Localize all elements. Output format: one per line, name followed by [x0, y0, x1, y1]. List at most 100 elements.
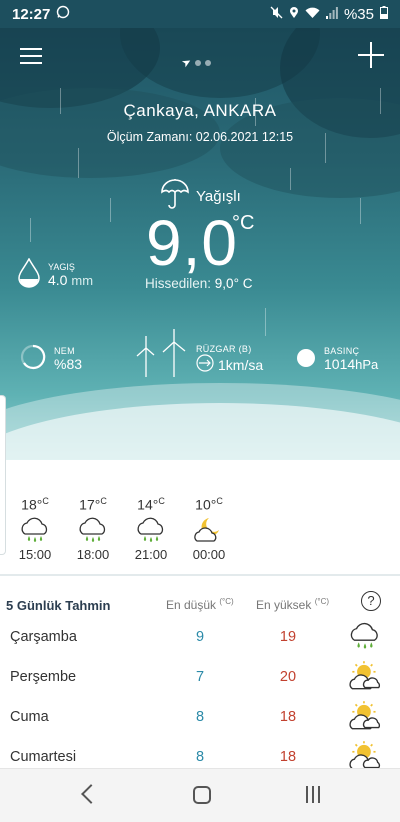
city-name: Çankaya, ANKARA	[123, 101, 277, 120]
hourly-unit: C	[158, 496, 165, 506]
page-indicator: ➤	[179, 55, 212, 71]
low-column-label: En düşük	[166, 598, 217, 612]
rain-cloud-icon	[64, 513, 122, 547]
signal-icon	[325, 6, 338, 22]
temperature-unit: °C	[232, 212, 255, 234]
rain-cloud-icon	[6, 513, 64, 547]
hourly-hour: 18:00	[76, 546, 110, 562]
sun-cloud-icon	[346, 660, 386, 694]
section-divider	[0, 574, 400, 576]
hourly-item: 14°C 21:00	[122, 496, 180, 562]
precipitation-value: 4.0	[48, 271, 68, 288]
pressure-label: BASINÇ	[324, 346, 360, 356]
hourly-hour: 15:00	[18, 546, 52, 562]
forecast-day: Çarşamba	[10, 629, 77, 645]
sun-pressure-icon	[296, 348, 316, 373]
rain-streak	[290, 168, 291, 190]
forecast-title: 5 Günlük Tahmin	[6, 598, 111, 613]
hourly-temp: 10°	[195, 496, 217, 513]
forecast-high: 18	[279, 749, 297, 765]
page-dot	[195, 59, 202, 66]
feels-like-label: Hissedilen:	[145, 276, 212, 291]
battery-icon	[380, 6, 388, 22]
page-dot	[205, 59, 212, 66]
high-column-label: En yüksek	[256, 598, 312, 612]
wind-value: 1km/sa	[218, 356, 264, 373]
whatsapp-icon	[56, 5, 70, 23]
forecast-low: 7	[195, 669, 205, 685]
hourly-unit: C	[100, 496, 107, 506]
help-icon[interactable]: ?	[361, 591, 381, 611]
navigation-arrow-icon: ➤	[179, 55, 194, 71]
moon-cloud-icon	[180, 513, 238, 547]
wind-direction-icon	[196, 354, 214, 375]
feels-like-value: 9,0° C	[214, 276, 253, 291]
hourly-temp: 17°	[79, 496, 101, 513]
wind-turbine-icon	[134, 328, 190, 383]
forecast-low: 8	[195, 709, 205, 725]
pressure-value: 1014	[324, 356, 356, 372]
humidity-value: %83	[54, 355, 83, 372]
hourly-hour: 21:00	[134, 546, 168, 562]
condition-label: Yağışlı	[196, 187, 241, 205]
forecast-row[interactable]: Perşembe 7 20	[0, 658, 400, 698]
humidity-label: NEM	[54, 345, 75, 356]
hourly-unit: C	[216, 496, 223, 506]
rain-streak	[78, 148, 79, 178]
rain-streak	[110, 198, 111, 222]
mute-icon	[270, 6, 283, 22]
forecast-day: Cumartesi	[10, 749, 77, 765]
pressure: BASINÇ 1014hPa	[296, 346, 378, 374]
feels-like: Hissedilen: 9,0° C	[145, 276, 252, 291]
rain-cloud-icon	[346, 620, 386, 654]
hourly-item: 17°C 18:00	[64, 496, 122, 562]
precipitation-label: YAGIŞ	[48, 261, 75, 272]
water-drop-icon	[18, 257, 40, 293]
forecast-high: 20	[279, 669, 297, 685]
forecast-low: 8	[195, 749, 205, 765]
status-time: 12:27	[12, 5, 51, 23]
system-navigation-bar	[0, 768, 400, 822]
wifi-icon	[305, 7, 320, 22]
hourly-unit: C	[42, 496, 49, 506]
sun-cloud-icon	[346, 700, 386, 734]
hourly-item: 18°C 15:00	[6, 496, 64, 562]
rain-cloud-icon	[122, 513, 180, 547]
forecast-row[interactable]: Cuma 8 18	[0, 698, 400, 738]
status-bar: 12:27 %35	[0, 0, 400, 28]
battery-level: %35	[343, 5, 374, 23]
measurement-time: Ölçüm Zamanı: 02.06.2021 12:15	[106, 130, 294, 144]
hourly-temp: 18°	[21, 496, 43, 513]
weather-hero: ➤ Çankaya, ANKARA Ölçüm Zamanı: 02.06.20…	[0, 28, 400, 460]
forecast-low: 9	[195, 629, 205, 645]
current-temperature: 9,0	[146, 207, 238, 279]
forecast-row[interactable]: Çarşamba 9 19	[0, 618, 400, 658]
home-button[interactable]	[193, 786, 211, 804]
humidity-ring-icon	[20, 344, 46, 375]
menu-button[interactable]	[20, 48, 42, 64]
rain-streak	[265, 308, 266, 336]
rain-streak	[30, 218, 31, 242]
precipitation: YAGIŞ 4.0 mm	[18, 257, 94, 293]
hourly-item: 10°C 00:00	[180, 496, 238, 562]
wind-label: RÜZGAR (B)	[196, 344, 252, 354]
hourly-temp: 14°	[137, 496, 159, 513]
add-location-button[interactable]	[358, 42, 384, 68]
humidity: NEM %83	[20, 344, 82, 375]
low-column-unit: (°C)	[219, 597, 234, 606]
rain-streak	[360, 198, 361, 224]
high-column-unit: (°C)	[314, 597, 330, 606]
back-button[interactable]	[81, 784, 101, 804]
forecast-high: 18	[279, 709, 297, 725]
recent-apps-button[interactable]	[306, 786, 320, 803]
side-drawer-handle[interactable]	[0, 395, 6, 555]
forecast-high: 19	[279, 629, 297, 645]
wind: RÜZGAR (B) 1km/sa	[134, 328, 263, 383]
pressure-unit: hPa	[355, 357, 379, 372]
precipitation-unit: mm	[71, 272, 94, 288]
forecast-day: Perşembe	[10, 669, 77, 685]
location-icon	[289, 6, 299, 22]
forecast-header: 5 Günlük Tahmin En düşük (°C) En yüksek …	[0, 588, 400, 618]
hourly-forecast: 18°C 15:00 17°C 18:00 14°C 21:00 10°C 00…	[6, 496, 238, 562]
hourly-hour: 00:00	[192, 546, 226, 562]
